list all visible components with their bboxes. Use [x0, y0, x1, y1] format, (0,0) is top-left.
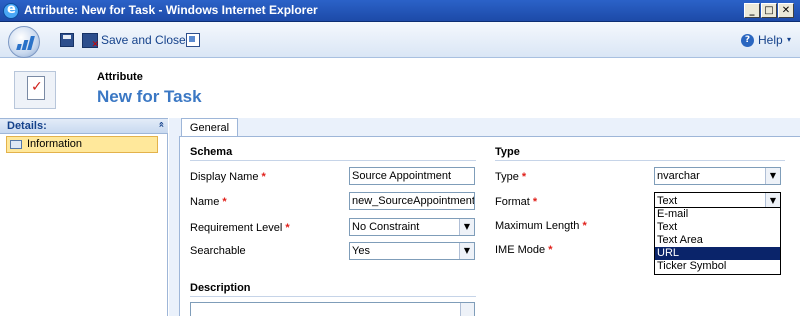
page-title: New for Task: [97, 87, 202, 106]
save-and-new-icon[interactable]: [186, 33, 200, 47]
scrollbar[interactable]: [460, 303, 474, 316]
close-window-button[interactable]: ✕: [778, 3, 794, 18]
maximum-length-label: Maximum Length *: [495, 220, 587, 232]
schema-heading: Schema: [190, 146, 233, 158]
format-dropdown-list: E-mail Text Text Area URL Ticker Symbol: [654, 207, 781, 275]
searchable-label: Searchable: [190, 245, 246, 257]
type-label: Type *: [495, 171, 527, 183]
type-heading: Type: [495, 146, 520, 158]
format-label: Format *: [495, 196, 538, 208]
format-option[interactable]: Text Area: [655, 234, 780, 247]
requirement-level-label: Requirement Level *: [190, 222, 290, 234]
description-textarea[interactable]: [190, 302, 475, 316]
window-title-bar: Attribute: New for Task - Windows Intern…: [0, 0, 800, 22]
maximize-button[interactable]: □: [761, 3, 777, 18]
save-icon[interactable]: [60, 33, 74, 47]
minimize-button[interactable]: _: [744, 3, 760, 18]
description-heading: Description: [190, 282, 251, 294]
schema-divider: [190, 160, 476, 161]
details-header: Details: «: [0, 118, 168, 134]
crm-logo-icon[interactable]: [8, 26, 40, 58]
save-and-close-button[interactable]: Save and Close: [101, 32, 186, 48]
format-option-highlighted[interactable]: URL: [655, 247, 780, 260]
toolbar: Save and Close ? Help ▾: [0, 22, 800, 58]
help-icon[interactable]: ?: [741, 34, 754, 47]
format-option[interactable]: Ticker Symbol: [655, 260, 780, 273]
ime-mode-label: IME Mode *: [495, 244, 553, 256]
help-button[interactable]: Help: [758, 32, 783, 48]
chevron-down-icon[interactable]: ▼: [459, 243, 474, 259]
collapse-icon[interactable]: «: [155, 121, 166, 127]
left-navigation: Details: « Information: [0, 118, 168, 316]
information-icon: [10, 140, 22, 149]
description-divider: [190, 296, 476, 297]
window-title: Attribute: New for Task - Windows Intern…: [24, 3, 318, 17]
details-heading: Details:: [7, 120, 47, 132]
requirement-level-select[interactable]: No Constraint ▼: [349, 218, 475, 236]
type-divider: [495, 160, 785, 161]
searchable-select[interactable]: Yes ▼: [349, 242, 475, 260]
internet-explorer-icon: [3, 2, 19, 19]
format-option[interactable]: E-mail: [655, 208, 780, 221]
chevron-down-icon[interactable]: ▼: [765, 168, 780, 184]
name-field[interactable]: new_SourceAppointment: [349, 192, 475, 210]
tab-general[interactable]: General: [181, 118, 238, 137]
help-dropdown-icon[interactable]: ▾: [787, 32, 791, 48]
format-option[interactable]: Text: [655, 221, 780, 234]
display-name-label: Display Name *: [190, 171, 266, 183]
save-and-close-icon[interactable]: [82, 33, 99, 50]
name-label: Name *: [190, 196, 227, 208]
display-name-field[interactable]: Source Appointment: [349, 167, 475, 185]
type-select[interactable]: nvarchar ▼: [654, 167, 781, 185]
form-header: Attribute New for Task: [0, 59, 800, 118]
chevron-down-icon[interactable]: ▼: [459, 219, 474, 235]
nav-item-information[interactable]: Information: [6, 136, 158, 153]
header-subtitle: Attribute: [97, 71, 143, 83]
nav-item-label: Information: [27, 138, 83, 150]
attribute-entity-icon: [14, 71, 56, 109]
